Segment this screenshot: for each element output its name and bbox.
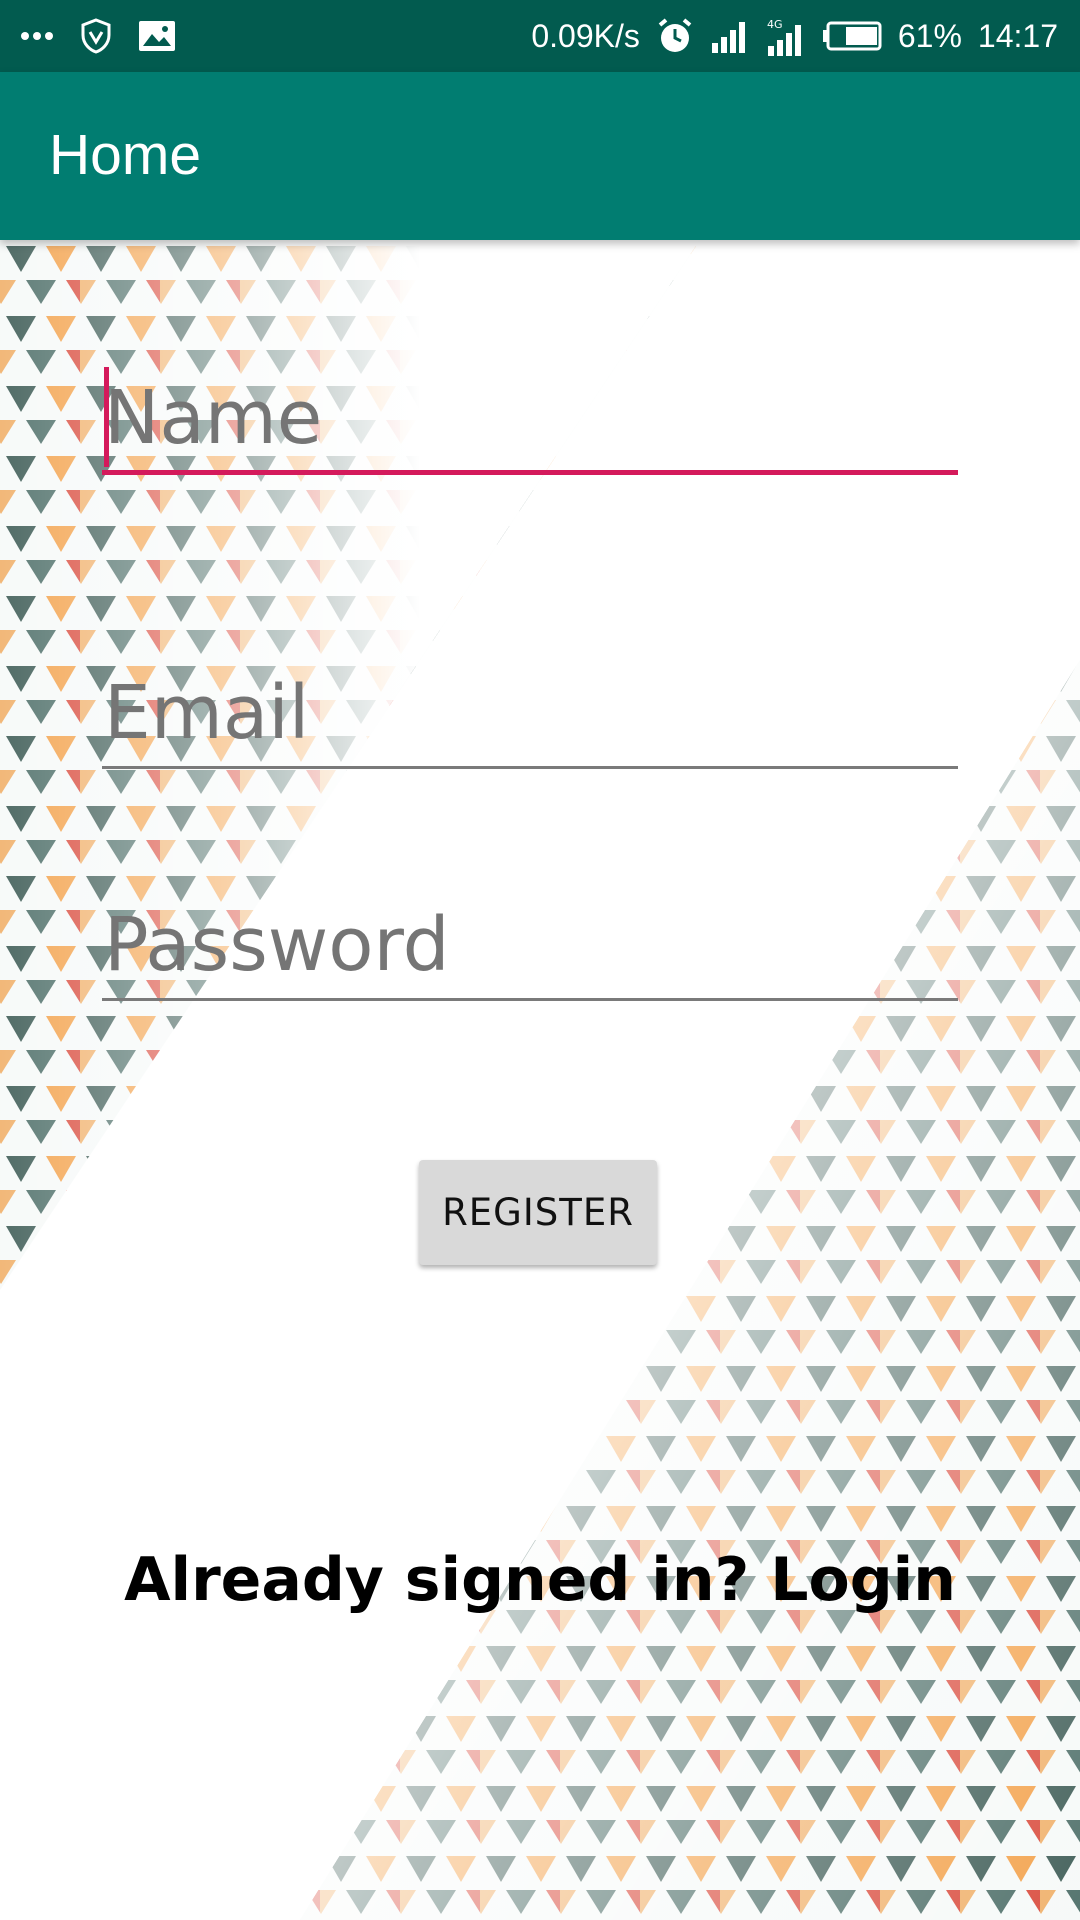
password-input[interactable] [102, 892, 960, 997]
signal-icon [710, 19, 750, 53]
battery-icon [822, 21, 882, 51]
page-title: Home [49, 123, 202, 187]
clock: 14:17 [977, 17, 1058, 54]
image-icon [138, 20, 176, 52]
network-speed: 0.09K/s [531, 17, 640, 54]
password-underline [102, 998, 958, 1001]
more-dots-icon [20, 31, 54, 41]
name-underline [102, 470, 958, 475]
register-button[interactable]: REGISTER [419, 1160, 657, 1265]
email-field[interactable] [102, 660, 960, 769]
alarm-icon [656, 17, 694, 55]
name-field[interactable] [102, 365, 960, 475]
app-bar: Home [0, 72, 1080, 240]
shield-icon [80, 18, 112, 54]
login-link[interactable]: Already signed in? Login [0, 1545, 1080, 1615]
battery-percent: 61% [897, 17, 962, 54]
email-underline [102, 766, 958, 769]
background-pattern [0, 240, 1080, 1920]
svg-text:4G: 4G [767, 18, 783, 31]
status-bar: 0.09K/s 4G 61% 14:17 [0, 0, 1080, 72]
email-input[interactable] [102, 660, 960, 765]
password-field[interactable] [102, 892, 960, 1001]
signal-4g-icon: 4G [766, 16, 806, 56]
text-caret [104, 367, 109, 467]
name-input[interactable] [102, 365, 960, 470]
